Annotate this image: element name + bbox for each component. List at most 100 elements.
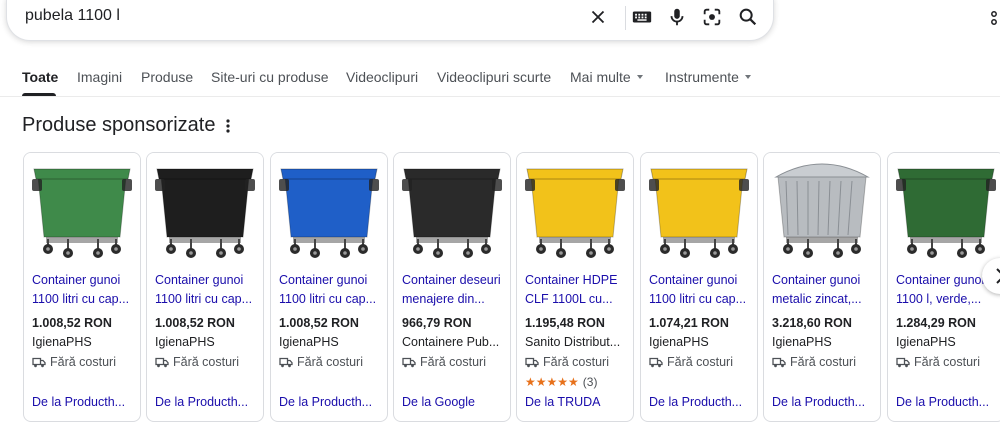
search-tabs: Toate Imagini Produse Site-uri cu produs… bbox=[0, 60, 1000, 97]
product-image-wrap[interactable] bbox=[24, 153, 140, 265]
shipping-info: Fără costuri bbox=[772, 355, 856, 369]
product-image-wrap[interactable] bbox=[764, 153, 880, 265]
product-seller: IgienaPHS bbox=[155, 335, 215, 349]
product-title-line2: CLF 1100L cu... bbox=[525, 292, 613, 306]
product-card[interactable]: Container gunoi metalic zincat,... 3.218,6… bbox=[763, 152, 881, 422]
product-title-line1: Container gunoi bbox=[772, 273, 861, 287]
product-image bbox=[402, 168, 502, 258]
shipping-info: Fără costuri bbox=[402, 355, 486, 369]
search-icon[interactable] bbox=[737, 6, 759, 28]
camera-lens-icon[interactable] bbox=[701, 6, 723, 28]
product-card[interactable]: Container gunoi 1100 litri cu cap... 1.008… bbox=[270, 152, 388, 422]
product-image-wrap[interactable] bbox=[641, 153, 757, 265]
product-image bbox=[774, 163, 870, 258]
product-image-wrap[interactable] bbox=[147, 153, 263, 265]
truck-icon bbox=[279, 357, 293, 368]
microphone-icon[interactable] bbox=[666, 6, 688, 28]
product-price: 1.284,29 RON bbox=[896, 316, 976, 330]
product-title-line1: Container gunoi bbox=[279, 273, 368, 287]
truck-icon bbox=[155, 357, 169, 368]
product-title-line2: 1100 litri cu cap... bbox=[32, 292, 130, 306]
product-seller: IgienaPHS bbox=[896, 335, 956, 349]
rating-count: (3) bbox=[582, 375, 598, 389]
product-seller: IgienaPHS bbox=[772, 335, 832, 349]
chevron-down-icon bbox=[744, 75, 751, 80]
truck-icon bbox=[402, 357, 416, 368]
product-image-wrap[interactable] bbox=[394, 153, 510, 265]
shipping-label: Fără costuri bbox=[420, 355, 486, 369]
search-box[interactable]: pubela 1100 l bbox=[6, 0, 774, 41]
shipping-info: Fără costuri bbox=[32, 355, 116, 369]
tab-products[interactable]: Produse bbox=[141, 69, 193, 85]
product-title-line1: Container HDPE bbox=[525, 273, 618, 287]
shipping-info: Fără costuri bbox=[155, 355, 239, 369]
tab-tools-label: Instrumente bbox=[665, 69, 739, 85]
product-title-line1: Container gunoi bbox=[649, 273, 738, 287]
product-price: 1.074,21 RON bbox=[649, 316, 729, 330]
product-source-link[interactable]: De la Producth... bbox=[896, 395, 1000, 409]
product-image bbox=[155, 168, 255, 258]
product-seller: Containere Pub... bbox=[402, 335, 500, 349]
product-title[interactable]: Container gunoi 1100 litri cu cap... bbox=[32, 271, 136, 309]
product-source-link[interactable]: De la Producth... bbox=[155, 395, 259, 409]
carousel-next-button[interactable] bbox=[982, 258, 1000, 294]
product-source-link[interactable]: De la Producth... bbox=[772, 395, 876, 409]
product-image bbox=[279, 168, 379, 258]
product-card[interactable]: Container deseuri menajere din... 966,79 R… bbox=[393, 152, 511, 422]
product-title[interactable]: Container deseuri menajere din... bbox=[402, 271, 506, 309]
product-price: 1.008,52 RON bbox=[279, 316, 359, 330]
shipping-label: Fără costuri bbox=[173, 355, 239, 369]
product-image bbox=[32, 168, 132, 258]
product-card[interactable]: Container HDPE CLF 1100L cu... 1.195,48 RO… bbox=[516, 152, 634, 422]
product-source-link[interactable]: De la Producth... bbox=[32, 395, 136, 409]
product-title-line1: Container deseuri bbox=[402, 273, 501, 287]
tab-tools[interactable]: Instrumente bbox=[665, 69, 751, 85]
product-title[interactable]: Container gunoi 1100 litri cu cap... bbox=[155, 271, 259, 309]
product-seller: IgienaPHS bbox=[649, 335, 709, 349]
product-title[interactable]: Container gunoi metalic zincat,... bbox=[772, 271, 876, 309]
product-title-line2: 1100 litri cu cap... bbox=[279, 292, 377, 306]
active-tab-indicator bbox=[22, 93, 56, 96]
product-title-line1: Container gunoi bbox=[155, 273, 244, 287]
product-title-line1: Container gunoi bbox=[32, 273, 121, 287]
product-title-line2: metalic zincat,... bbox=[772, 292, 862, 306]
tab-short-videos[interactable]: Videoclipuri scurte bbox=[437, 69, 551, 85]
close-icon[interactable] bbox=[587, 6, 609, 28]
product-title[interactable]: Container gunoi 1100 litri cu cap... bbox=[279, 271, 383, 309]
product-price: 966,79 RON bbox=[402, 316, 472, 330]
shipping-label: Fără costuri bbox=[543, 355, 609, 369]
product-source-link[interactable]: De la Google bbox=[402, 395, 506, 409]
search-input[interactable]: pubela 1100 l bbox=[25, 7, 120, 25]
product-source-link[interactable]: De la Producth... bbox=[649, 395, 753, 409]
tab-more-label: Mai multe bbox=[570, 69, 631, 85]
product-card[interactable]: Container gunoi 1100 litri cu cap... 1.008… bbox=[23, 152, 141, 422]
product-source-link[interactable]: De la TRUDA bbox=[525, 395, 629, 409]
tab-all[interactable]: Toate bbox=[22, 69, 58, 85]
product-price: 3.218,60 RON bbox=[772, 316, 852, 330]
truck-icon bbox=[32, 357, 46, 368]
search-divider bbox=[625, 6, 626, 30]
tab-videos[interactable]: Videoclipuri bbox=[346, 69, 418, 85]
product-seller: IgienaPHS bbox=[32, 335, 92, 349]
product-card[interactable]: Container gunoi 1100 litri cu cap... 1.008… bbox=[146, 152, 264, 422]
product-rating: ★★★★★ (3) bbox=[525, 375, 597, 389]
tab-product-sites[interactable]: Site-uri cu produse bbox=[211, 69, 329, 85]
section-title: Produse sponsorizate bbox=[22, 114, 216, 136]
truck-icon bbox=[525, 357, 539, 368]
product-title[interactable]: Container gunoi 1100 litri cu cap... bbox=[649, 271, 753, 309]
shipping-info: Fără costuri bbox=[649, 355, 733, 369]
tab-more[interactable]: Mai multe bbox=[570, 69, 643, 85]
truck-icon bbox=[772, 357, 786, 368]
tab-images[interactable]: Imagini bbox=[77, 69, 122, 85]
product-image-wrap[interactable] bbox=[517, 153, 633, 265]
product-source-link[interactable]: De la Producth... bbox=[279, 395, 383, 409]
shipping-info: Fără costuri bbox=[896, 355, 980, 369]
apps-icon[interactable] bbox=[990, 8, 1000, 28]
product-image-wrap[interactable] bbox=[888, 153, 1000, 265]
product-image-wrap[interactable] bbox=[271, 153, 387, 265]
product-card[interactable]: Container gunoi 1100 litri cu cap... 1.074… bbox=[640, 152, 758, 422]
more-vert-icon[interactable] bbox=[225, 118, 231, 134]
product-title[interactable]: Container HDPE CLF 1100L cu... bbox=[525, 271, 629, 309]
shipping-label: Fără costuri bbox=[50, 355, 116, 369]
keyboard-icon[interactable] bbox=[631, 6, 653, 28]
